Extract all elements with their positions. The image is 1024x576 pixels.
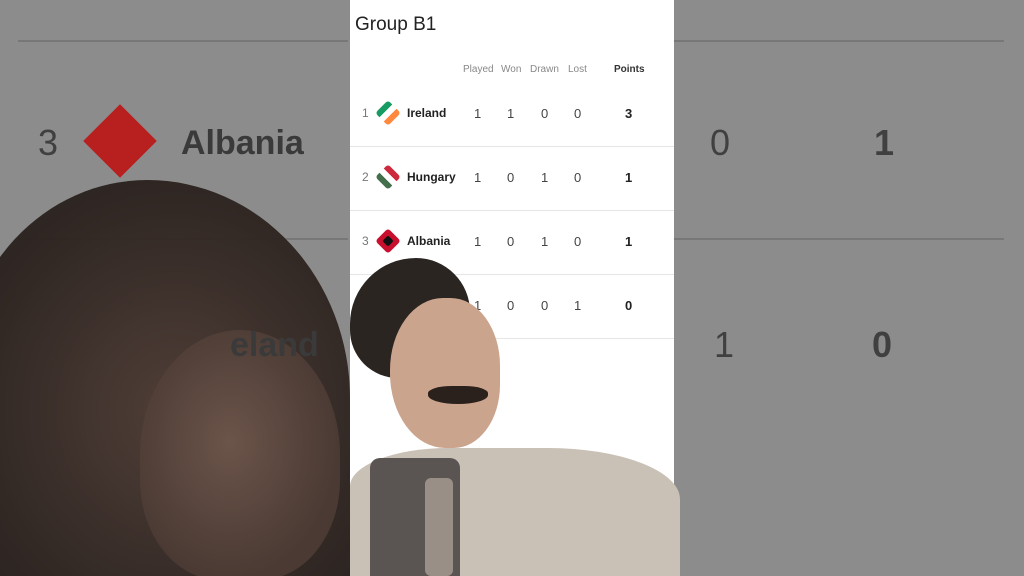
header-lost: Lost <box>568 64 587 75</box>
background-team-name: Albania <box>181 124 304 162</box>
won-value: 0 <box>507 170 515 185</box>
header-points: Points <box>614 64 645 75</box>
background-divider <box>18 40 348 42</box>
header-played: Played <box>463 64 494 75</box>
points-value: 0 <box>625 298 633 313</box>
table-row[interactable]: 1 Ireland 1 1 0 0 3 <box>350 82 674 147</box>
lost-value: 0 <box>574 170 582 185</box>
ireland-flag-icon <box>375 100 401 126</box>
team-name: Hungary <box>407 170 456 184</box>
won-value: 0 <box>507 298 515 313</box>
played-value: 1 <box>474 170 482 185</box>
drawn-value: 1 <box>541 234 549 249</box>
background-right: 0 1 1 0 <box>674 0 1024 576</box>
drawn-value: 1 <box>541 170 549 185</box>
background-points: 1 <box>874 122 895 163</box>
background-rank: 3 <box>38 122 59 163</box>
played-value: 1 <box>474 298 482 313</box>
won-value: 1 <box>507 106 515 121</box>
rank: 3 <box>362 234 369 248</box>
table-row[interactable]: eland 1 0 0 1 0 <box>350 274 674 339</box>
rank: 1 <box>362 106 369 120</box>
background-value: 0 <box>710 122 731 163</box>
background-person-face <box>140 330 340 576</box>
rank: 2 <box>362 170 369 184</box>
lost-value: 1 <box>574 298 582 313</box>
played-value: 1 <box>474 234 482 249</box>
points-value: 1 <box>625 170 633 185</box>
points-value: 3 <box>625 106 633 121</box>
background-divider <box>674 238 1004 240</box>
drawn-value: 0 <box>541 106 549 121</box>
team-name: eland <box>423 298 455 312</box>
background-points: 0 <box>872 324 893 365</box>
header-drawn: Drawn <box>530 64 559 75</box>
lost-value: 0 <box>574 106 582 121</box>
played-value: 1 <box>474 106 482 121</box>
lost-value: 0 <box>574 234 582 249</box>
background-divider <box>674 40 1004 42</box>
won-value: 0 <box>507 234 515 249</box>
albania-flag-icon <box>375 228 401 254</box>
background-left: 3 Albania eland <box>0 0 350 576</box>
points-value: 1 <box>625 234 633 249</box>
standings-panel: Group B1 Played Won Drawn Lost Points 1 … <box>350 0 674 576</box>
background-team-name: eland <box>230 326 319 364</box>
table-row[interactable]: 3 Albania 1 0 1 0 1 <box>350 210 674 275</box>
background-fill <box>674 0 1024 576</box>
drawn-value: 0 <box>541 298 549 313</box>
group-title: Group B1 <box>355 14 437 35</box>
team-name: Albania <box>407 234 451 248</box>
table-row[interactable]: 2 Hungary 1 0 1 0 1 <box>350 146 674 211</box>
background-value: 1 <box>714 324 735 365</box>
header-won: Won <box>501 64 522 75</box>
team-name: Ireland <box>407 106 447 120</box>
hungary-flag-icon <box>375 164 401 190</box>
